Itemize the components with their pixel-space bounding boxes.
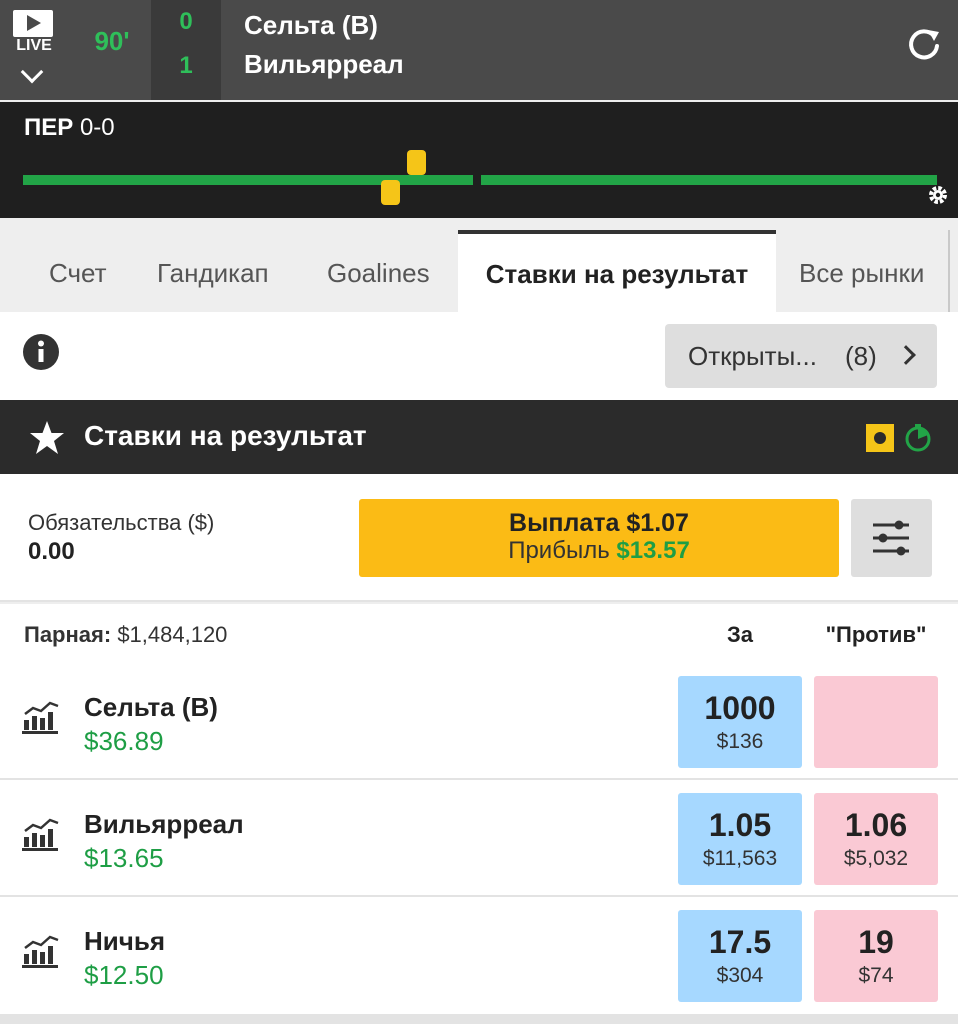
chevron-right-icon — [896, 345, 916, 365]
tabs-scroll-indicator — [948, 230, 950, 312]
first-half-bar — [23, 175, 473, 185]
profit-value: $13.57 — [616, 537, 690, 564]
back-size: $136 — [716, 730, 764, 753]
live-toggle[interactable]: LIVE — [0, 0, 68, 100]
lay-odds-button[interactable]: 19 $74 — [814, 910, 938, 1002]
team-home: Сельта (В) — [244, 10, 378, 40]
play-icon — [13, 10, 53, 37]
matched-total: Парная: $1,484,120 — [24, 622, 227, 648]
lay-odds-button[interactable]: 1.06 $5,032 — [814, 793, 938, 885]
runner-pnl: $13.65 — [84, 843, 164, 873]
market-header: Ставки на результат — [0, 400, 958, 474]
lay-size: $74 — [858, 964, 894, 987]
live-label: LIVE — [16, 37, 52, 54]
back-odds-button[interactable]: 1000 $136 — [678, 676, 802, 768]
profit-label: Прибыль — [508, 537, 610, 564]
back-price: 1.05 — [708, 807, 772, 843]
team-away: Вильярреал — [244, 49, 404, 79]
chart-icon[interactable] — [22, 817, 62, 853]
runner-pnl: $36.89 — [84, 726, 164, 756]
open-bets-button[interactable]: Открыты... (8) — [665, 324, 937, 388]
period-label: ПЕР — [24, 114, 74, 141]
liability-label: Обязательства ($) — [28, 510, 215, 535]
sliders-icon — [873, 520, 909, 556]
tab-match-odds[interactable]: Ставки на результат — [458, 230, 776, 312]
tab-score[interactable]: Счет — [49, 230, 107, 312]
runner-name: Вильярреал — [84, 809, 244, 839]
back-odds-button[interactable]: 1.05 $11,563 — [678, 793, 802, 885]
runner-pnl: $12.50 — [84, 960, 164, 990]
matched-value: $1,484,120 — [117, 622, 228, 647]
runner-row: Вильярреал $13.65 1.05 $11,563 1.06 $5,0… — [0, 781, 958, 897]
runner-row: Ничья $12.50 17.5 $304 19 $74 — [0, 898, 958, 1014]
tab-goalines[interactable]: Goalines — [327, 230, 430, 312]
tab-handicap[interactable]: Гандикап — [157, 230, 269, 312]
profit-line: Прибыль $13.57 — [359, 537, 839, 565]
back-price: 1000 — [704, 690, 776, 726]
second-half-bar — [481, 175, 937, 185]
star-icon[interactable] — [28, 419, 66, 457]
liability-row: Обязательства ($) 0.00 Выплата $1.07 При… — [0, 474, 958, 602]
in-play-icon — [866, 424, 894, 452]
score-column: 0 1 — [151, 0, 221, 100]
lay-price: 1.06 — [844, 807, 908, 843]
open-bets-label: Открыты... — [688, 341, 817, 371]
lay-column-header: "Против" — [825, 622, 927, 647]
lay-size: $5,032 — [843, 847, 909, 870]
match-minute: 90' — [94, 26, 130, 56]
matched-label: Парная: — [24, 622, 112, 647]
runners-list: Парная: $1,484,120 За "Против" Сельта (В… — [0, 604, 958, 1014]
payout-label: Выплата $1.07 — [509, 509, 689, 537]
chart-icon[interactable] — [22, 934, 62, 970]
lay-odds-button[interactable] — [814, 676, 938, 768]
runner-name: Ничья — [84, 926, 166, 956]
runner-name: Сельта (В) — [84, 692, 218, 722]
info-row: Открыты... (8) — [0, 312, 958, 400]
period-score: 0-0 — [79, 114, 115, 141]
timer-icon — [905, 424, 931, 452]
back-odds-button[interactable]: 17.5 $304 — [678, 910, 802, 1002]
tab-all-markets[interactable]: Все рынки — [799, 230, 924, 312]
info-icon[interactable] — [22, 333, 60, 371]
back-price: 17.5 — [708, 924, 772, 960]
runner-row: Сельта (В) $36.89 1000 $136 — [0, 664, 958, 780]
chart-icon[interactable] — [22, 700, 62, 736]
match-timeline: ПЕР 0-0 — [0, 102, 958, 218]
yellow-card-marker — [381, 180, 400, 205]
filter-settings-button[interactable] — [851, 499, 932, 577]
back-size: $304 — [716, 964, 764, 987]
back-size: $11,563 — [702, 847, 778, 870]
payout-button[interactable]: Выплата $1.07 Прибыль $13.57 — [359, 499, 839, 577]
bottom-divider — [0, 1014, 958, 1024]
refresh-icon[interactable] — [906, 26, 942, 62]
back-column-header: За — [726, 622, 754, 647]
open-bets-count: (8) — [845, 341, 877, 371]
lay-price: 19 — [858, 924, 894, 960]
score-away: 1 — [179, 52, 193, 79]
market-title: Ставки на результат — [84, 420, 367, 451]
yellow-card-marker — [407, 150, 426, 175]
period-info: ПЕР 0-0 — [24, 114, 115, 142]
market-tabs: Счет Гандикап Goalines Ставки на результ… — [0, 230, 958, 312]
gear-icon[interactable] — [927, 184, 949, 206]
chevron-down-icon — [20, 60, 44, 84]
match-header: LIVE 90' 0 1 Сельта (В) Вильярреал — [0, 0, 958, 100]
score-home: 0 — [179, 8, 193, 35]
liability-value: 0.00 — [28, 538, 75, 565]
